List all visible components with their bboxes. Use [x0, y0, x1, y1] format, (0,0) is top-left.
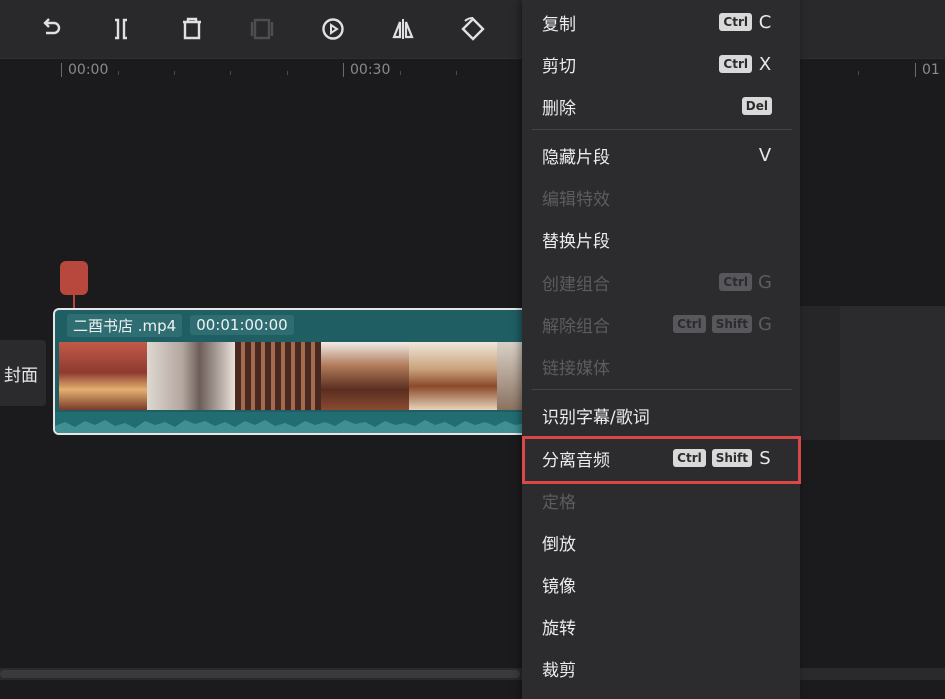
menu-item-copy[interactable]: 复制 Ctrl C: [522, 2, 800, 42]
clip-thumbnail: [321, 342, 409, 410]
rotate-icon: [461, 17, 485, 41]
mirror-icon: [392, 19, 414, 39]
toolbar: [0, 0, 945, 58]
clip-header: 二酉书店 .mp4 00:01:00:00: [55, 310, 528, 340]
shortcut-key: Shift: [711, 315, 752, 333]
clip-name: 二酉书店 .mp4: [67, 313, 183, 337]
play-circle-icon: [322, 18, 344, 40]
menu-item-label: 编辑特效: [542, 189, 610, 210]
ruler-label: 00:30: [343, 63, 390, 77]
menu-item-label: 识别字幕/歌词: [542, 407, 650, 428]
menu-item-label: 替换片段: [542, 231, 610, 252]
menu-item-create-group: 创建组合 Ctrl G: [522, 262, 800, 302]
menu-item-freeze-frame: 定格: [522, 480, 800, 520]
split-icon: [115, 18, 127, 40]
shortcut-key: Del: [741, 97, 772, 115]
shortcut-key: Ctrl: [673, 315, 706, 333]
shortcut-letter: G: [758, 313, 772, 335]
shortcut-key: Ctrl: [719, 13, 752, 31]
clip-thumbnail: [235, 342, 321, 410]
ruler-tick: [174, 71, 175, 75]
playhead-handle[interactable]: [60, 261, 88, 295]
menu-item-cut[interactable]: 剪切 Ctrl X: [522, 44, 800, 84]
delete-button[interactable]: [177, 14, 207, 44]
shortcut-key: Ctrl: [719, 55, 752, 73]
shortcut-key: Shift: [711, 449, 752, 467]
menu-item-label: 隐藏片段: [542, 147, 610, 168]
menu-item-recognize-subtitles[interactable]: 识别字幕/歌词: [522, 395, 800, 435]
cover-label: 封面: [4, 365, 38, 386]
play-reverse-button[interactable]: [318, 14, 348, 44]
menu-item-label: 复制: [542, 14, 576, 35]
ruler-tick: [230, 71, 231, 75]
menu-item-label: 创建组合: [542, 274, 610, 295]
freeze-frame-icon: [250, 18, 274, 40]
clip-thumbnail: [147, 342, 235, 410]
menu-item-label: 镜像: [542, 576, 576, 597]
split-button[interactable]: [106, 14, 136, 44]
ruler-tick: [858, 71, 859, 75]
ruler-tick: [287, 71, 288, 75]
shortcut-key: Ctrl: [719, 273, 752, 291]
menu-item-label: 链接媒体: [542, 358, 610, 379]
menu-item-separate-audio[interactable]: 分离音频 Ctrl Shift S: [522, 438, 800, 478]
context-menu: 复制 Ctrl C 剪切 Ctrl X 删除 Del 隐藏片段 V 编辑特效 替换片…: [522, 0, 800, 699]
menu-item-ungroup: 解除组合 Ctrl Shift G: [522, 304, 800, 344]
video-clip[interactable]: 二酉书店 .mp4 00:01:00:00: [53, 308, 528, 435]
menu-item-label: 定格: [542, 492, 576, 513]
menu-item-label: 裁剪: [542, 660, 576, 681]
horizontal-scrollbar-thumb[interactable]: [0, 670, 520, 678]
ruler-tick: [400, 71, 401, 75]
redo-button[interactable]: [36, 14, 66, 44]
menu-item-mirror[interactable]: 镜像: [522, 564, 800, 604]
shortcut-letter: S: [759, 447, 771, 469]
menu-item-hide-clip[interactable]: 隐藏片段 V: [522, 135, 800, 175]
ruler-tick: [456, 71, 457, 75]
clip-thumbnails: [59, 342, 528, 410]
ruler-label: 00:00: [61, 63, 108, 77]
cover-button[interactable]: 封面: [0, 340, 46, 406]
ruler-label: 01: [915, 63, 940, 77]
clip-thumbnail: [59, 342, 147, 410]
track-background: [840, 306, 945, 440]
menu-separator: [532, 389, 792, 390]
menu-item-label: 旋转: [542, 618, 576, 639]
shortcut-key: Ctrl: [673, 449, 706, 467]
menu-item-label: 倒放: [542, 534, 576, 555]
shortcut-letter: V: [758, 144, 772, 166]
menu-item-replace-clip[interactable]: 替换片段: [522, 219, 800, 259]
menu-item-reverse[interactable]: 倒放: [522, 522, 800, 562]
freeze-button[interactable]: [247, 14, 277, 44]
shortcut-letter: G: [758, 271, 772, 293]
menu-item-label: 删除: [542, 98, 576, 119]
menu-item-link-media: 链接媒体: [522, 346, 800, 386]
menu-item-delete[interactable]: 删除 Del: [522, 86, 800, 126]
menu-item-label: 剪切: [542, 56, 576, 77]
menu-item-label: 解除组合: [542, 316, 610, 337]
menu-item-crop[interactable]: 裁剪: [522, 648, 800, 688]
menu-item-label: 分离音频: [542, 450, 610, 471]
menu-separator: [532, 129, 792, 130]
timeline-ruler[interactable]: 00:00 00:30 01: [0, 58, 945, 85]
mirror-button[interactable]: [388, 14, 418, 44]
trash-icon: [183, 17, 201, 40]
menu-item-rotate[interactable]: 旋转: [522, 606, 800, 646]
redo-icon: [43, 18, 61, 35]
rotate-button[interactable]: [458, 14, 488, 44]
audio-waveform: [55, 412, 528, 433]
menu-item-edit-effects: 编辑特效: [522, 177, 800, 217]
clip-duration: 00:01:00:00: [190, 315, 294, 335]
ruler-tick: [118, 71, 119, 75]
clip-thumbnail: [409, 342, 497, 410]
shortcut-letter: X: [758, 53, 772, 75]
shortcut-letter: C: [758, 11, 772, 33]
